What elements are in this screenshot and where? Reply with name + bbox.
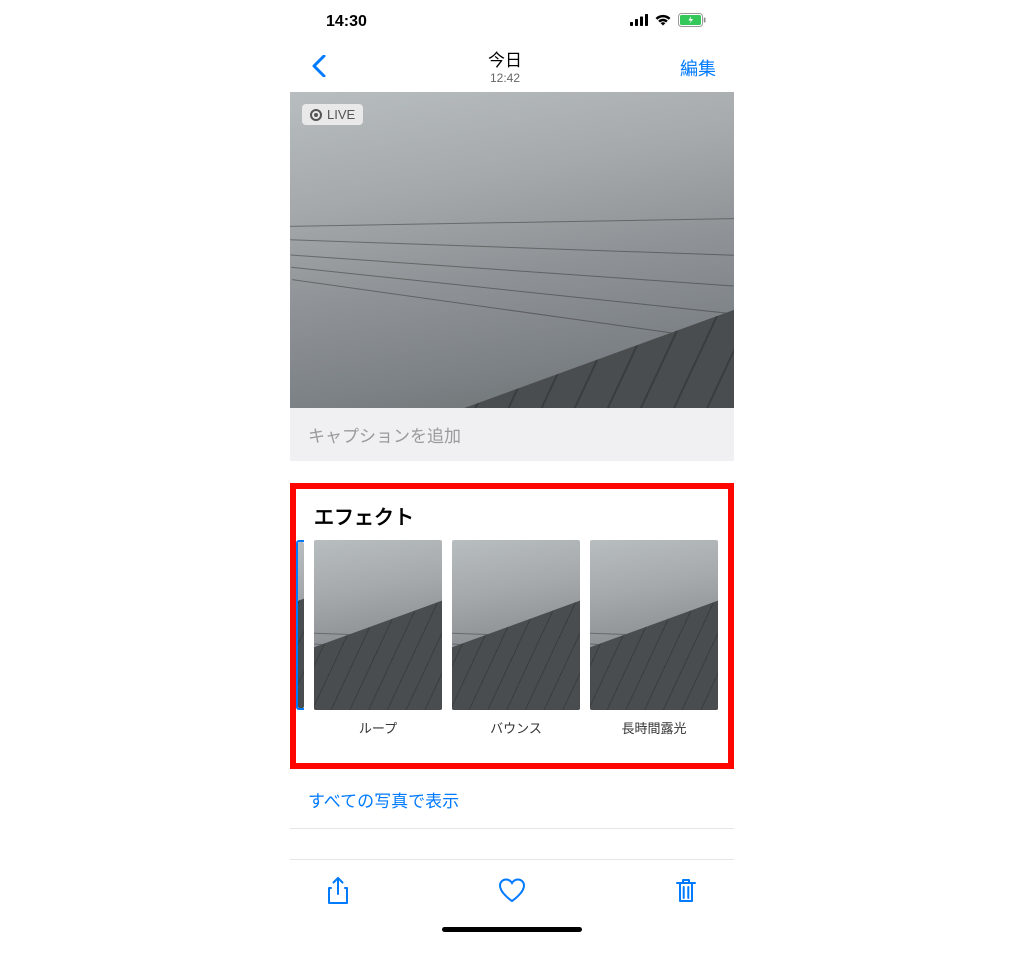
effect-label: 長時間露光 (590, 718, 718, 737)
show-all-photos-link[interactable]: すべての写真で表示 (290, 769, 734, 829)
live-icon (310, 109, 322, 121)
photo-decoration (290, 239, 734, 255)
phone-frame: 14:30 今日 12:42 編集 LIVE (290, 0, 734, 940)
status-time: 14:30 (326, 13, 367, 31)
photo-decoration (291, 267, 733, 314)
bottom-toolbar (290, 859, 734, 921)
nav-title: 今日 12:42 (488, 51, 522, 86)
effects-row[interactable]: ループ バウンス 長時間露光 (296, 540, 728, 737)
photo-decoration (399, 288, 734, 408)
effect-thumb (452, 540, 580, 710)
effect-thumb (314, 540, 442, 710)
photo-decoration (292, 279, 732, 342)
effect-label: ループ (314, 718, 442, 737)
photo-decoration (290, 218, 734, 227)
battery-icon (678, 13, 706, 32)
status-right (630, 13, 706, 32)
spacer (290, 829, 734, 859)
effect-thumb (590, 540, 718, 710)
nav-title-main: 今日 (488, 51, 522, 71)
effects-section: エフェクト ループ バウンス (290, 483, 734, 769)
status-bar: 14:30 (290, 0, 734, 44)
edit-button[interactable]: 編集 (680, 55, 716, 81)
nav-title-sub: 12:42 (488, 71, 522, 85)
home-indicator[interactable] (442, 927, 582, 932)
delete-button[interactable] (672, 877, 700, 905)
live-badge: LIVE (302, 104, 363, 125)
back-button[interactable] (308, 51, 330, 85)
caption-input[interactable]: キャプションを追加 (290, 408, 734, 461)
signal-icon (630, 13, 648, 31)
effect-tile-longexposure[interactable]: 長時間露光 (590, 540, 718, 737)
nav-bar: 今日 12:42 編集 (290, 44, 734, 92)
effect-tile-selected[interactable] (296, 540, 304, 710)
effects-title: エフェクト (296, 501, 728, 540)
photo-decoration (291, 255, 734, 287)
effect-tile-bounce[interactable]: バウンス (452, 540, 580, 737)
share-button[interactable] (324, 877, 352, 905)
main-photo[interactable]: LIVE (290, 92, 734, 408)
wifi-icon (654, 13, 672, 31)
live-label: LIVE (327, 107, 355, 122)
effect-tile-loop[interactable]: ループ (314, 540, 442, 737)
effect-label: バウンス (452, 718, 580, 737)
favorite-button[interactable] (498, 877, 526, 905)
